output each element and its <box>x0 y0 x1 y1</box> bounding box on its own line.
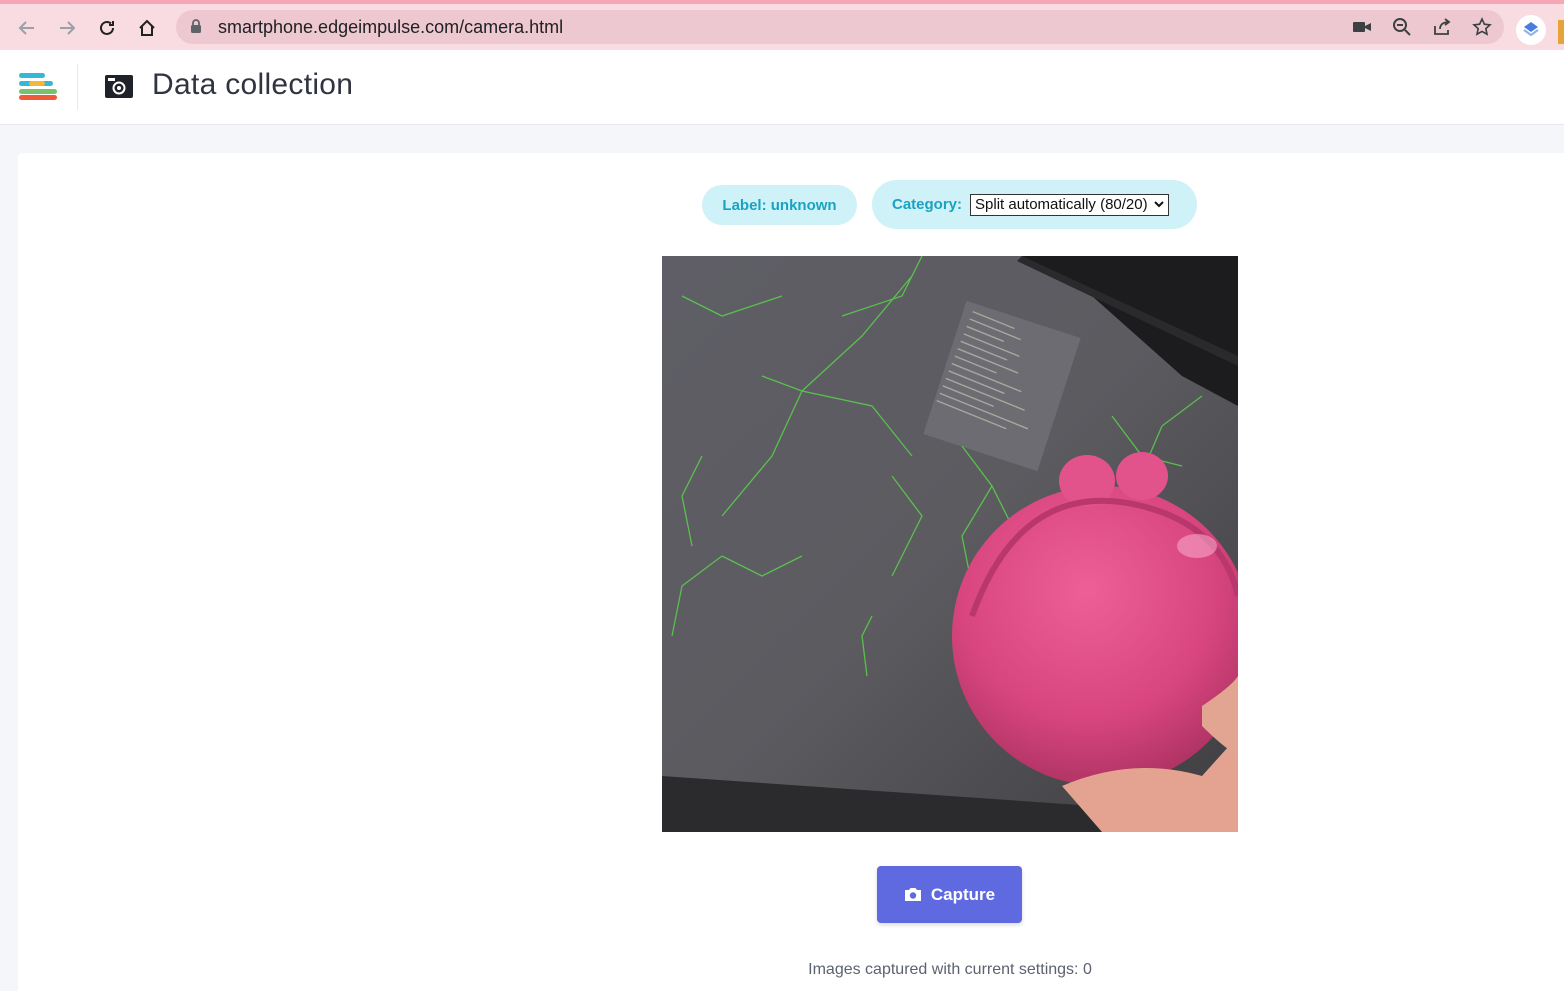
camera-preview <box>662 256 1238 832</box>
home-icon[interactable] <box>132 13 162 43</box>
camera-icon <box>904 887 922 902</box>
bookmark-star-icon[interactable] <box>1470 16 1494 38</box>
header-divider <box>77 64 78 110</box>
extension-overflow[interactable] <box>1558 20 1564 44</box>
camera-permission-icon[interactable] <box>1350 16 1374 38</box>
capture-button[interactable]: Capture <box>877 866 1022 923</box>
zoom-icon[interactable] <box>1390 16 1414 38</box>
category-select[interactable]: Split automatically (80/20) <box>970 193 1169 216</box>
url-text[interactable]: smartphone.edgeimpulse.com/camera.html <box>218 17 563 38</box>
camera-icon <box>104 71 134 101</box>
browser-toolbar: smartphone.edgeimpulse.com/camera.html <box>0 0 1564 50</box>
main-card: Label: unknown Category: Split automatic… <box>18 153 1564 991</box>
capture-count-text: Images captured with current settings: 0 <box>808 961 1092 978</box>
capture-button-label[interactable]: Capture <box>931 885 995 905</box>
lock-icon[interactable] <box>190 19 202 38</box>
edge-impulse-logo-icon[interactable] <box>19 73 59 101</box>
share-icon[interactable] <box>1430 16 1454 38</box>
reload-icon[interactable] <box>92 13 122 43</box>
label-pill[interactable]: Label: unknown <box>702 185 857 225</box>
category-pill: Category: Split automatically (80/20) <box>872 180 1197 229</box>
page-title: Data collection <box>152 68 354 101</box>
extension-icon[interactable] <box>1516 15 1546 45</box>
app-header: Data collection <box>0 50 1564 125</box>
category-label: Category: <box>892 196 963 213</box>
category-select-value[interactable]: Split automatically (80/20) <box>975 196 1148 213</box>
back-arrow-icon[interactable] <box>12 13 42 43</box>
chevron-down-icon[interactable] <box>1153 201 1164 208</box>
address-bar[interactable]: smartphone.edgeimpulse.com/camera.html <box>176 10 1504 44</box>
forward-arrow-icon[interactable] <box>52 13 82 43</box>
